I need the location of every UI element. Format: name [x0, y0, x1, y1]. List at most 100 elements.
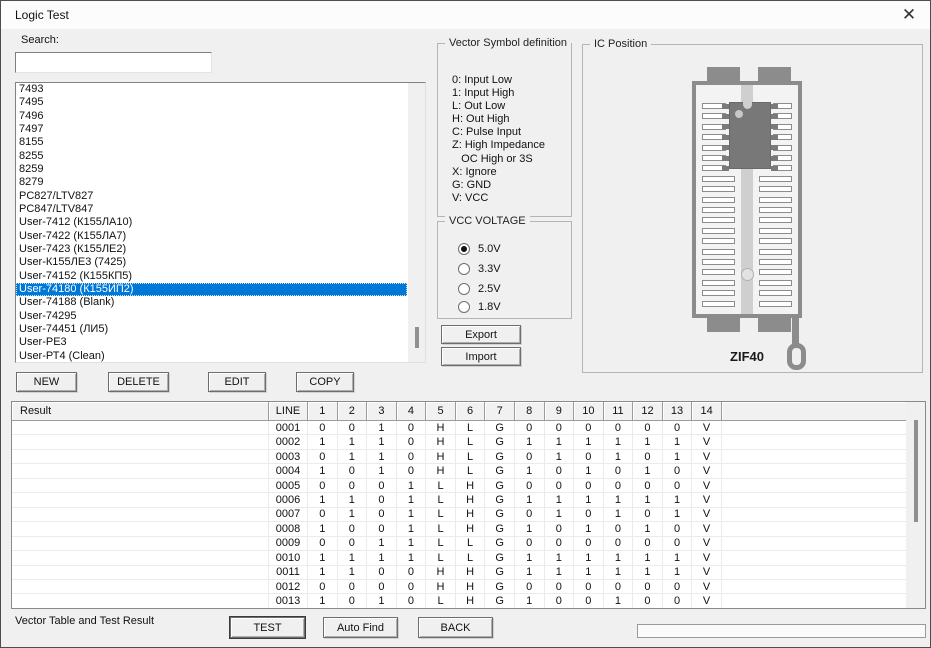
ic-list-item[interactable]: User-7423 (К155ЛЕ2): [16, 243, 407, 256]
vector-table-row[interactable]: 00010010HLG000000V: [12, 421, 925, 435]
ic-list-item[interactable]: 8155: [16, 136, 407, 149]
vector-table-row[interactable]: 00131010LHG100100V: [12, 594, 925, 608]
pin-column-header[interactable]: 5: [426, 402, 456, 421]
list-scrollbar-thumb[interactable]: [415, 327, 419, 348]
ic-list-item[interactable]: User-74295: [16, 310, 407, 323]
vector-table-row[interactable]: 00090011LLG000000V: [12, 537, 925, 551]
row-filler: [722, 464, 925, 478]
line-cell: 0001: [269, 421, 308, 435]
pin-value-cell: V: [692, 421, 722, 435]
pin-column-header[interactable]: 12: [633, 402, 663, 421]
ic-list-item[interactable]: 7493: [16, 83, 407, 96]
titlebar[interactable]: Logic Test ✕: [1, 1, 930, 29]
pin-value-cell: 0: [338, 479, 368, 493]
ic-list-item[interactable]: User-К155ЛЕ3 (7425): [16, 256, 407, 269]
pin-column-header[interactable]: 1: [308, 402, 338, 421]
ic-list-item[interactable]: PC847/LTV847: [16, 203, 407, 216]
result-column-header[interactable]: Result: [12, 402, 269, 421]
table-scrollbar[interactable]: [906, 402, 925, 608]
pin-value-cell: 0: [574, 537, 604, 551]
ic-list-item[interactable]: User-7422 (К155ЛА7): [16, 230, 407, 243]
row-filler: [722, 508, 925, 522]
pin-value-cell: 1: [367, 594, 397, 608]
row-filler: [722, 479, 925, 493]
pin-column-header[interactable]: 10: [574, 402, 604, 421]
ic-list-item[interactable]: User-74152 (К155КП5): [16, 270, 407, 283]
pin-column-header[interactable]: 14: [692, 402, 722, 421]
ic-list-item[interactable]: User-7412 (К155ЛА10): [16, 216, 407, 229]
pin-value-cell: 0: [574, 479, 604, 493]
auto-find-button[interactable]: Auto Find: [323, 617, 398, 638]
pin-column-header[interactable]: 2: [338, 402, 368, 421]
ic-list-item[interactable]: 8279: [16, 176, 407, 189]
pin-value-cell: G: [485, 435, 515, 449]
ic-list-item[interactable]: User-74180 (К155ИП2): [16, 283, 407, 296]
search-input[interactable]: [15, 52, 212, 73]
ic-list-item[interactable]: User-74188 (Blank): [16, 296, 407, 309]
pin-value-cell: L: [426, 479, 456, 493]
ic-list-item[interactable]: PC827/LTV827: [16, 190, 407, 203]
pin-column-header[interactable]: 6: [456, 402, 486, 421]
delete-button[interactable]: DELETE: [108, 372, 169, 392]
vector-table-row[interactable]: 00030110HLG010101V: [12, 450, 925, 464]
pin-value-cell: 1: [663, 508, 693, 522]
pin-value-cell: 0: [604, 580, 634, 594]
vcc-option[interactable]: 5.0V: [458, 242, 501, 256]
ic-list-item[interactable]: 7496: [16, 110, 407, 123]
ic-list-item[interactable]: User-74451 (ЛИ5): [16, 323, 407, 336]
ic-list-item[interactable]: 8255: [16, 150, 407, 163]
pin-value-cell: G: [485, 493, 515, 507]
vector-table-row[interactable]: 00041010HLG101010V: [12, 464, 925, 478]
pin-column-header[interactable]: 9: [545, 402, 575, 421]
pin-value-cell: 0: [545, 537, 575, 551]
vector-table-row[interactable]: 00111100HHG111111V: [12, 566, 925, 580]
pin-value-cell: 0: [308, 450, 338, 464]
vcc-option[interactable]: 2.5V: [458, 282, 501, 296]
pin-value-cell: H: [456, 508, 486, 522]
vector-table-row[interactable]: 00081001LHG101010V: [12, 522, 925, 536]
vcc-option[interactable]: 3.3V: [458, 262, 501, 276]
export-button[interactable]: Export: [441, 325, 521, 344]
list-scrollbar[interactable]: [408, 83, 425, 362]
vector-table-row[interactable]: 00021110HLG111111V: [12, 435, 925, 449]
pin-value-cell: L: [426, 522, 456, 536]
copy-button[interactable]: COPY: [296, 372, 354, 392]
close-icon[interactable]: ✕: [894, 3, 924, 27]
line-cell: 0008: [269, 522, 308, 536]
import-button[interactable]: Import: [441, 347, 521, 366]
pin-column-header[interactable]: 3: [367, 402, 397, 421]
ic-list-item[interactable]: 7497: [16, 123, 407, 136]
ic-list-item[interactable]: 8259: [16, 163, 407, 176]
pin-column-header[interactable]: 13: [663, 402, 693, 421]
ic-list-item[interactable]: 7495: [16, 96, 407, 109]
vector-table-row[interactable]: 00050001LHG000000V: [12, 479, 925, 493]
ic-list-item[interactable]: User-РЕ3: [16, 336, 407, 349]
vcc-voltage-group: VCC VOLTAGE 5.0V3.3V2.5V1.8V: [437, 221, 572, 319]
vcc-option[interactable]: 1.8V: [458, 300, 501, 314]
pin-column-header[interactable]: 4: [397, 402, 427, 421]
pin-value-cell: 1: [308, 566, 338, 580]
table-scrollbar-thumb[interactable]: [914, 420, 918, 522]
line-column-header[interactable]: LINE: [269, 402, 308, 421]
result-cell: [12, 551, 269, 565]
vector-table-row[interactable]: 00070101LHG010101V: [12, 508, 925, 522]
pin-column-header[interactable]: 11: [604, 402, 634, 421]
row-filler: [722, 594, 925, 608]
edit-button[interactable]: EDIT: [208, 372, 266, 392]
pin-column-header[interactable]: 8: [515, 402, 545, 421]
ic-list-item[interactable]: User-РТ4 (Clean): [16, 350, 407, 363]
test-button[interactable]: TEST: [230, 617, 305, 638]
vector-table-row[interactable]: 00120000HHG000000V: [12, 580, 925, 594]
new-button[interactable]: NEW: [16, 372, 77, 392]
pin-value-cell: 1: [367, 537, 397, 551]
pin-value-cell: 0: [338, 580, 368, 594]
pin-value-cell: 1: [545, 508, 575, 522]
vector-table-row[interactable]: 00061101LHG111111V: [12, 493, 925, 507]
vector-table-row[interactable]: 00101111LLG111111V: [12, 551, 925, 565]
pin-column-header[interactable]: 7: [485, 402, 515, 421]
row-filler: [722, 421, 925, 435]
result-cell: [12, 479, 269, 493]
ic-list[interactable]: 74937495749674978155825582598279PC827/LT…: [15, 82, 426, 363]
pin-value-cell: H: [426, 566, 456, 580]
back-button[interactable]: BACK: [418, 617, 493, 638]
